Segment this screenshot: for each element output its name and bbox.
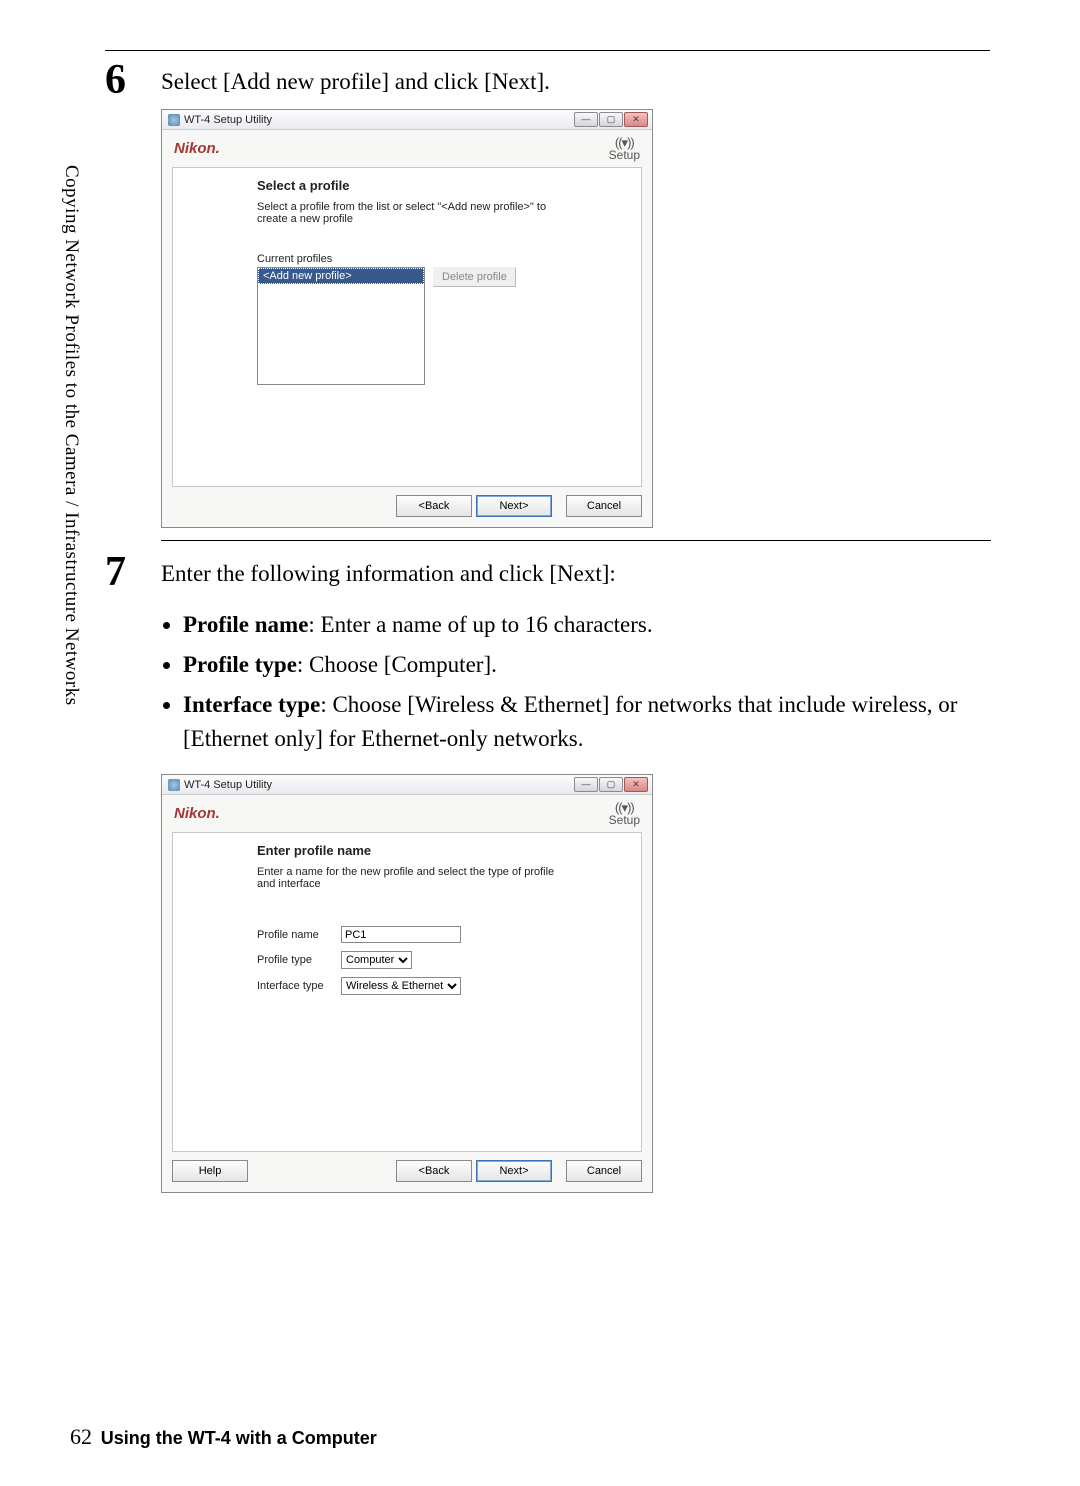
- maximize-button[interactable]: ▢: [599, 112, 623, 127]
- nikon-logo: Nikon.: [174, 805, 220, 822]
- step-6: 6 Select [Add new profile] and click [Ne…: [105, 59, 990, 101]
- back-button[interactable]: <Back: [396, 495, 472, 517]
- bullet-interface-type: Interface type: Choose [Wireless & Ether…: [183, 688, 990, 756]
- nikon-logo: Nikon.: [174, 140, 220, 157]
- close-button[interactable]: ✕: [624, 112, 648, 127]
- bullet-profile-type: Profile type: Choose [Computer].: [183, 648, 990, 682]
- interface-type-select[interactable]: Wireless & Ethernet: [341, 977, 461, 995]
- cancel-button[interactable]: Cancel: [566, 1160, 642, 1182]
- step-7: 7 Enter the following information and cl…: [105, 551, 990, 766]
- divider: [161, 540, 991, 541]
- close-button[interactable]: ✕: [624, 777, 648, 792]
- panel-description: Select a profile from the list or select…: [257, 201, 567, 225]
- minimize-button[interactable]: —: [574, 777, 598, 792]
- profile-name-input[interactable]: [341, 926, 461, 943]
- next-button[interactable]: Next>: [476, 495, 552, 517]
- maximize-button[interactable]: ▢: [599, 777, 623, 792]
- sidebar-vertical-text: Copying Network Profiles to the Camera /…: [60, 165, 82, 706]
- footer-title: Using the WT-4 with a Computer: [101, 1428, 377, 1448]
- app-icon: [168, 114, 180, 126]
- step-number: 7: [105, 551, 161, 593]
- dialog-title: WT-4 Setup Utility: [184, 779, 272, 791]
- dialog-enter-profile-name: WT-4 Setup Utility — ▢ ✕ Nikon. ((▾)) Se…: [161, 774, 653, 1193]
- profile-type-label: Profile type: [257, 954, 333, 966]
- interface-type-label: Interface type: [257, 980, 333, 992]
- dialog-titlebar: WT-4 Setup Utility — ▢ ✕: [162, 775, 652, 795]
- profiles-listbox-item[interactable]: <Add new profile>: [258, 268, 424, 284]
- profiles-listbox[interactable]: <Add new profile>: [257, 267, 425, 385]
- help-button[interactable]: Help: [172, 1160, 248, 1182]
- panel-description: Enter a name for the new profile and sel…: [257, 866, 567, 890]
- next-button[interactable]: Next>: [476, 1160, 552, 1182]
- current-profiles-label: Current profiles: [257, 253, 627, 265]
- step-text: Select [Add new profile] and click [Next…: [161, 59, 990, 98]
- minimize-button[interactable]: —: [574, 112, 598, 127]
- setup-logo: ((▾)) Setup: [609, 136, 640, 161]
- bullet-profile-name: Profile name: Enter a name of up to 16 c…: [183, 608, 990, 642]
- profile-name-label: Profile name: [257, 929, 333, 941]
- dialog-select-profile: WT-4 Setup Utility — ▢ ✕ Nikon. ((▾)) Se…: [161, 109, 653, 528]
- step-text: Enter the following information and clic…: [161, 557, 990, 590]
- back-button[interactable]: <Back: [396, 1160, 472, 1182]
- cancel-button[interactable]: Cancel: [566, 495, 642, 517]
- panel-title: Select a profile: [257, 178, 627, 193]
- app-icon: [168, 779, 180, 791]
- profile-type-select[interactable]: Computer: [341, 951, 412, 969]
- dialog-title: WT-4 Setup Utility: [184, 114, 272, 126]
- setup-logo: ((▾)) Setup: [609, 801, 640, 826]
- panel-title: Enter profile name: [257, 843, 627, 858]
- page-number: 62: [70, 1424, 92, 1449]
- step-number: 6: [105, 59, 161, 101]
- dialog-titlebar: WT-4 Setup Utility — ▢ ✕: [162, 110, 652, 130]
- delete-profile-button[interactable]: Delete profile: [433, 267, 516, 287]
- page-footer: 62 Using the WT-4 with a Computer: [70, 1424, 377, 1450]
